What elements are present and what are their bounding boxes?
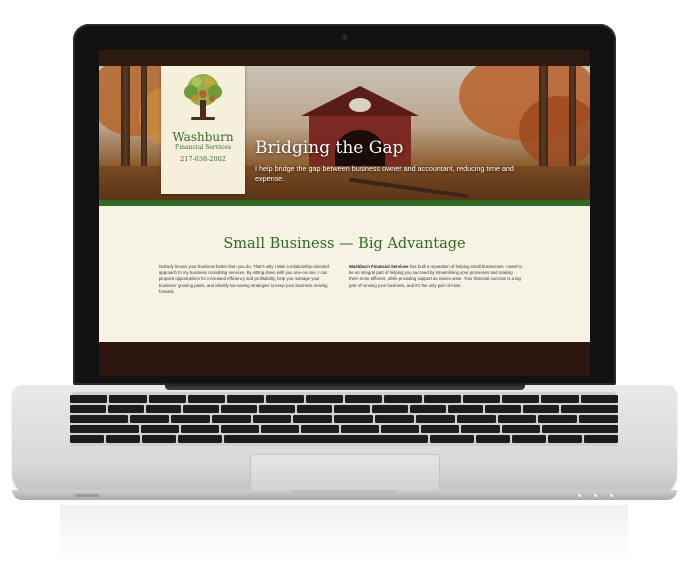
hero-banner: Washburn Financial Services 217-638-2002… — [99, 66, 590, 200]
hero-title: Bridging the Gap — [255, 138, 404, 158]
reflection — [60, 505, 628, 565]
covered-bridge-image — [301, 86, 419, 172]
trackpad — [250, 454, 440, 492]
status-light — [594, 494, 597, 497]
autumn-foliage — [519, 96, 590, 166]
webcam-icon — [341, 34, 348, 41]
site-footer — [99, 342, 590, 376]
status-light — [610, 494, 613, 497]
tree-logo-icon — [184, 74, 222, 120]
hero-text: I help bridge the gap between business o… — [255, 164, 514, 183]
laptop-screen: Washburn Financial Services 217-638-2002… — [99, 50, 590, 376]
right-paragraph-bold: Washburn Financial Services — [349, 264, 409, 269]
site-top-bar — [99, 50, 590, 66]
section-title: Small Business — Big Advantage — [223, 236, 466, 252]
logo-subtitle: Financial Services — [175, 144, 231, 151]
content-section: Small Business — Big Advantage Nobody kn… — [99, 206, 590, 342]
port-slot — [75, 494, 99, 497]
right-paragraph: Washburn Financial Services has built a … — [349, 264, 523, 289]
laptop-hinge — [165, 383, 525, 390]
left-paragraph: Nobody knows your business better than y… — [159, 264, 329, 294]
site-logo[interactable]: Washburn Financial Services 217-638-2002 — [161, 66, 245, 194]
lid-notch — [292, 490, 396, 495]
laptop-lid: Washburn Financial Services 217-638-2002… — [73, 24, 616, 385]
logo-phone: 217-638-2002 — [180, 155, 226, 163]
status-light — [578, 494, 581, 497]
keyboard — [70, 392, 618, 446]
logo-name: Washburn — [172, 130, 234, 144]
